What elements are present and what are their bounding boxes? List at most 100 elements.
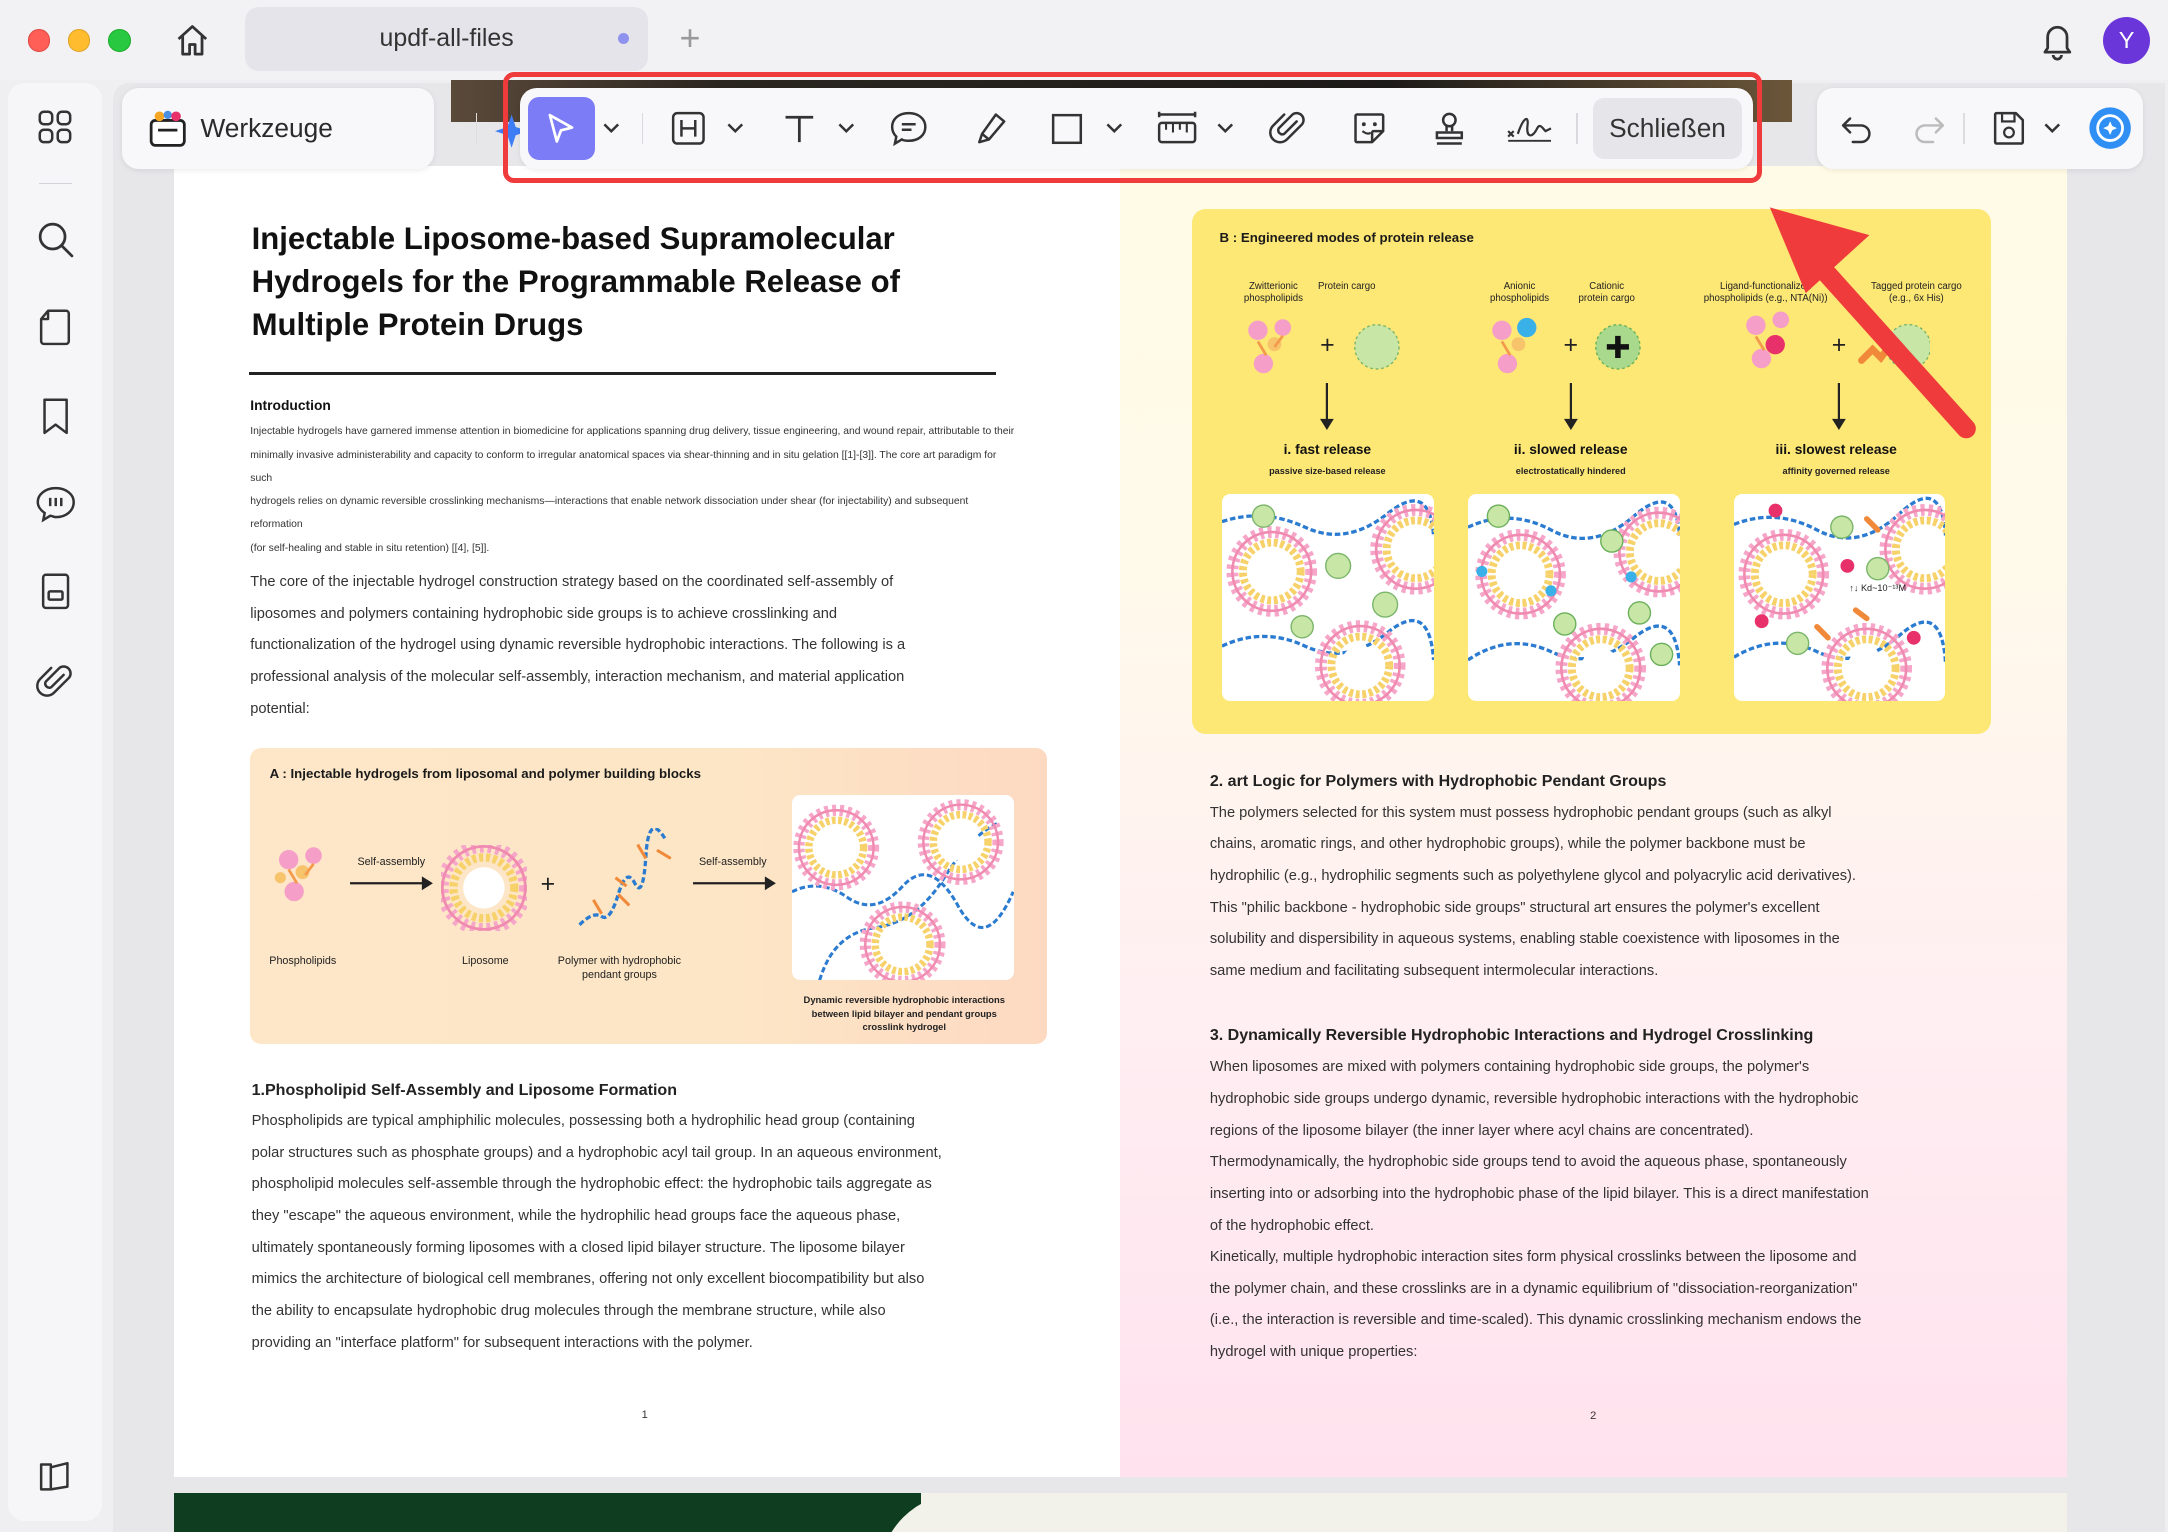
sidebar-item-bookmarks[interactable] — [33, 394, 77, 438]
paragraph-line: ultimately spontaneously forming liposom… — [251, 1239, 905, 1256]
left-sidebar — [8, 82, 103, 1521]
search-icon — [38, 222, 74, 258]
paragraph-line: of the hydrophobic effect. — [1209, 1217, 1375, 1234]
sidebar-item-search[interactable] — [33, 217, 77, 261]
page-number: 2 — [1590, 1410, 1597, 1423]
polymer-illustration — [578, 828, 672, 927]
close-window-button[interactable] — [27, 29, 51, 52]
chevron-down-icon — [2044, 123, 2060, 134]
caption-line: Dynamic reversible hydrophobic interacti… — [803, 993, 1005, 1005]
label-line: protein cargo — [1578, 293, 1635, 305]
pdf-page-1: Injectable Liposome-based Supramolecular… — [174, 165, 1120, 1477]
liposome-label: Liposome — [461, 955, 509, 968]
paragraph-line: solubility and dispersibility in aqueous… — [1209, 931, 1840, 948]
polymer-label-line: Polymer with hydrophobic — [557, 955, 682, 968]
paragraph-line: phospholipid molecules self-assemble thr… — [251, 1176, 932, 1193]
fast-release-network-illustration — [1222, 498, 1434, 701]
sidebar-item-apps[interactable] — [33, 105, 77, 149]
sidebar-divider — [38, 182, 72, 184]
new-tab-button[interactable]: + — [671, 18, 710, 58]
paragraph-line: The polymers selected for this system mu… — [1209, 804, 1832, 821]
figure-b-title: B : Engineered modes of protein release — [1219, 229, 1474, 245]
sidebar-item-forms[interactable] — [33, 570, 77, 614]
paragraph-line: the ability to encapsulate hydrophobic d… — [251, 1303, 886, 1320]
paragraph-line: professional analysis of the molecular s… — [250, 668, 905, 685]
paragraph-line: mimics the architecture of biological ce… — [251, 1271, 925, 1288]
col1-protein-illustration — [1354, 324, 1400, 370]
home-button[interactable] — [169, 17, 216, 64]
intro-line: minimally invasive administerability and… — [250, 449, 997, 484]
intro-paragraph: Injectable hydrogels have garnered immen… — [250, 420, 1019, 559]
notification-button[interactable] — [2038, 19, 2077, 61]
sidebar-item-attachments[interactable] — [33, 658, 77, 702]
paragraph-line: (i.e., the interaction is reversible and… — [1209, 1312, 1862, 1329]
title-rule — [248, 371, 996, 375]
plus-sign: + — [1320, 331, 1335, 360]
paragraph-line: functionalization of the hydrogel using … — [250, 637, 906, 654]
document-tab[interactable]: updf-all-files — [244, 6, 649, 71]
section-1-paragraph: Phospholipids are typical amphiphilic mo… — [252, 1106, 1026, 1359]
paragraph-line: inserting into or adsorbing into the hyd… — [1209, 1185, 1869, 1202]
label-line: phospholipids — [1243, 293, 1303, 305]
slowed-release-network-illustration — [1468, 499, 1680, 701]
attachment-icon — [35, 665, 72, 697]
intro-line: hydrogels relies on dynamic reversible c… — [250, 496, 969, 531]
bell-icon — [2043, 26, 2072, 61]
title-bar: updf-all-files + Y — [0, 0, 2168, 81]
plus-sign: + — [1563, 331, 1578, 360]
paragraph-line: the polymer chain, and these crosslinks … — [1209, 1280, 1858, 1297]
polymer-label-line: pendant groups — [582, 969, 657, 982]
liposome-illustration — [441, 845, 527, 931]
paragraph-line: regions of the liposome bilayer (the inn… — [1209, 1122, 1754, 1139]
paragraph-line: This "philic backbone - hydrophobic side… — [1209, 899, 1820, 916]
user-avatar[interactable]: Y — [2103, 16, 2151, 64]
highlight-box — [503, 71, 1762, 183]
label-line: Zwitterionic — [1249, 280, 1298, 292]
sidebar-item-comments[interactable] — [33, 481, 77, 525]
red-arrow-icon — [1769, 207, 1976, 439]
zoom-window-button[interactable] — [107, 29, 131, 52]
slowest-release-panel: ↑↓ Kd~10⁻¹³M — [1733, 493, 1946, 701]
plus-sign: + — [540, 869, 556, 898]
hydrogel-caption: Dynamic reversible hydrophobic interacti… — [778, 993, 1030, 1034]
tools-menu-button[interactable]: Werkzeuge — [121, 88, 538, 169]
col2-cargo-label: Cationic protein cargo — [1568, 281, 1645, 306]
paragraph-line: chains, aromatic rings, and other hydrop… — [1209, 836, 1806, 853]
next-page-preview — [174, 1493, 2068, 1532]
col1-lipid-illustration — [1248, 319, 1292, 374]
undo-icon — [1841, 117, 1871, 144]
paragraph-line: providing an "interface platform" for su… — [251, 1334, 753, 1351]
paragraph-line: Kinetically, multiple hydrophobic intera… — [1209, 1249, 1857, 1266]
arrow-icon — [692, 876, 776, 891]
label-line: phospholipids — [1490, 293, 1550, 305]
redo-icon — [1915, 117, 1944, 144]
save-button[interactable] — [1988, 108, 2029, 149]
undo-button[interactable] — [1836, 108, 1877, 149]
self-assembly-label-1: Self-assembly — [357, 855, 426, 868]
slowest-release-sublabel: affinity governed release — [1782, 465, 1890, 476]
save-options-dropdown[interactable] — [2038, 108, 2066, 149]
col2-protein-illustration — [1594, 324, 1641, 370]
redo-button[interactable] — [1908, 108, 1949, 149]
minimize-window-button[interactable] — [67, 29, 91, 52]
paragraph-line: Thermodynamically, the hydrophobic side … — [1209, 1154, 1847, 1171]
fast-release-sublabel: passive size-based release — [1269, 465, 1386, 476]
ai-assistant-button[interactable] — [2088, 106, 2132, 150]
form-icon — [41, 573, 69, 610]
home-icon — [177, 24, 207, 56]
section-2-heading: 2. art Logic for Polymers with Hydrophob… — [1209, 771, 1667, 790]
save-icon — [1993, 112, 2025, 146]
intro-line: Injectable hydrogels have garnered immen… — [250, 426, 1015, 438]
hydrogel-network-inset — [792, 795, 1014, 981]
sidebar-item-reader-mode[interactable] — [33, 1455, 77, 1499]
figure-a-title: A : Injectable hydrogels from liposomal … — [269, 766, 702, 781]
next-page-green-band — [174, 1493, 921, 1532]
section-3-heading: 3. Dynamically Reversible Hydrophobic In… — [1209, 1025, 1814, 1044]
document-title: Injectable Liposome-based Supramolecular… — [251, 221, 900, 343]
slowed-release-panel — [1468, 493, 1680, 701]
down-arrow-icon — [1320, 383, 1335, 430]
down-arrow-icon — [1563, 383, 1578, 430]
sidebar-item-pages[interactable] — [33, 306, 77, 350]
comment-icon — [36, 486, 75, 523]
section-2-paragraph: The polymers selected for this system mu… — [1210, 798, 2040, 988]
